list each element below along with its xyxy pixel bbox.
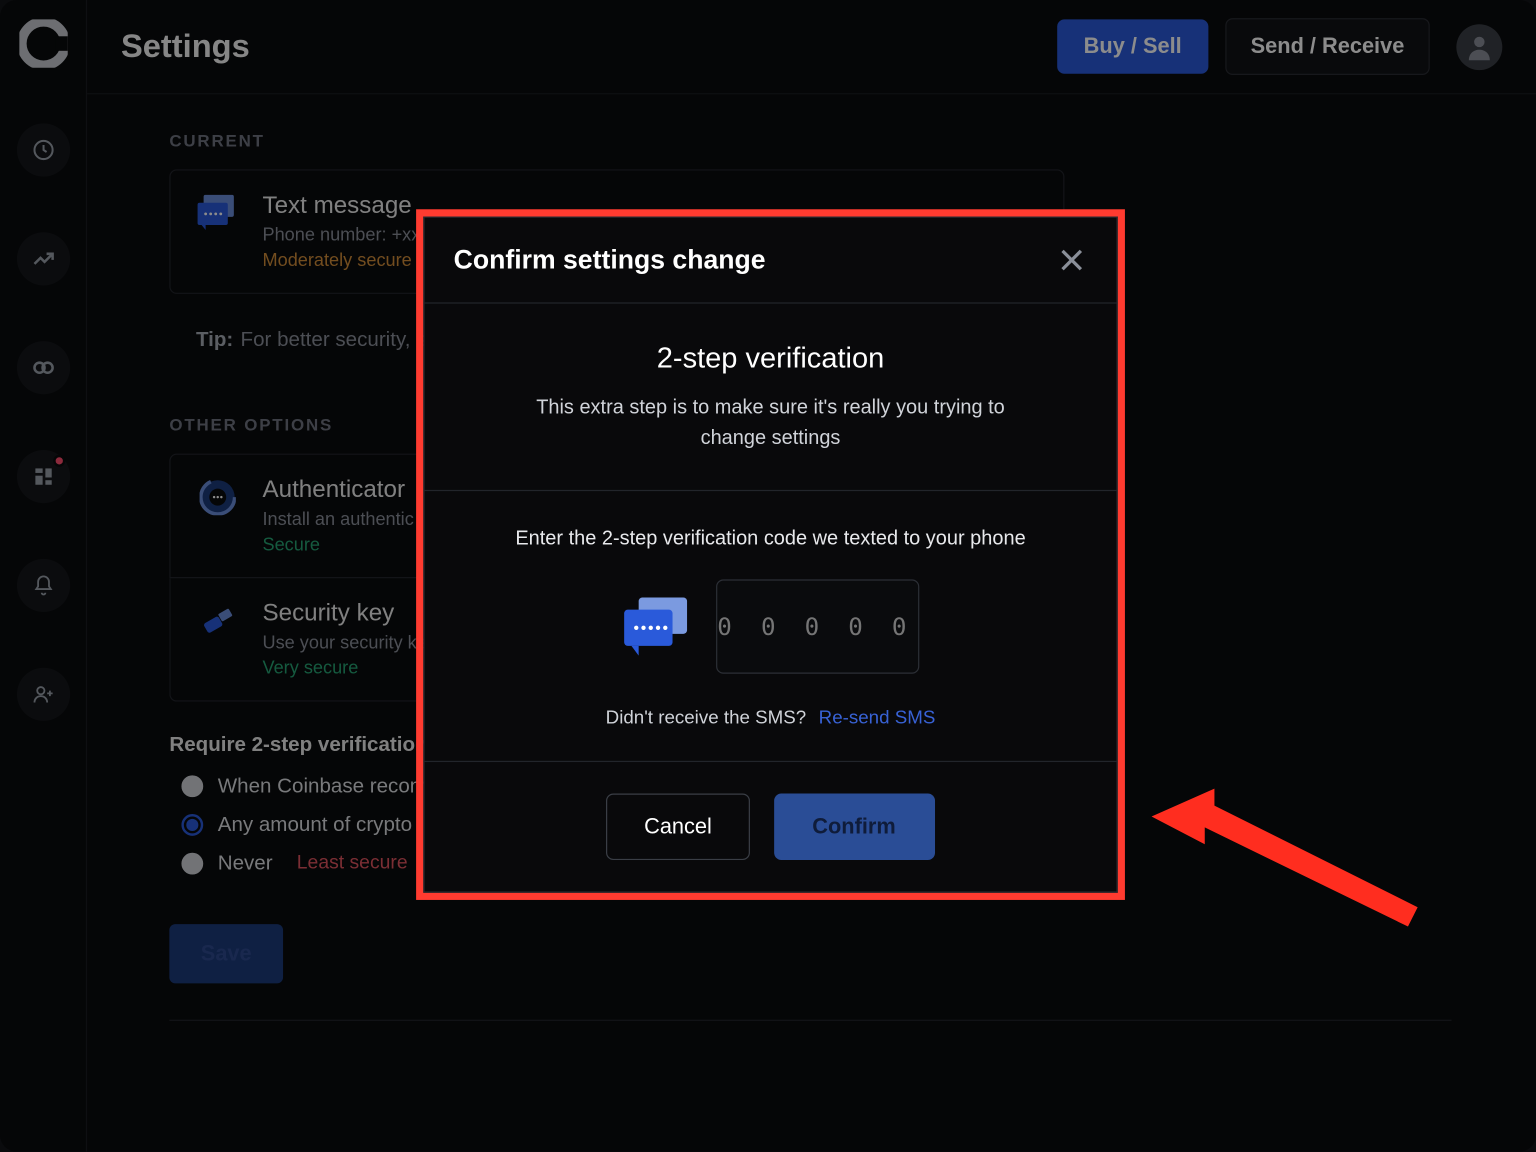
- authenticator-sub: Install an authentic: [262, 509, 413, 530]
- sms-icon: [197, 192, 238, 233]
- current-method-sub: Phone number: +xx: [262, 225, 420, 246]
- verification-code-input[interactable]: [716, 579, 919, 673]
- resend-sms-link[interactable]: Re-send SMS: [819, 707, 936, 728]
- modal-intro: 2-step verification This extra step is t…: [425, 304, 1117, 491]
- security-key-title: Security key: [262, 600, 426, 628]
- nav-chain-icon[interactable]: [16, 341, 69, 394]
- require-option-3-tag: Least secure: [297, 853, 408, 875]
- security-key-icon: [197, 600, 238, 641]
- current-method-tag: Moderately secure: [262, 250, 420, 271]
- modal-prompt: Enter the 2-step verification code we te…: [454, 527, 1088, 550]
- current-label: CURRENT: [169, 131, 1417, 150]
- nav-trending-icon[interactable]: [16, 232, 69, 285]
- app-window: Settings Buy / Sell Send / Receive CURRE…: [0, 0, 1536, 1152]
- side-rail: [0, 0, 87, 1152]
- current-method-title: Text message: [262, 192, 420, 220]
- authenticator-tag: Secure: [262, 535, 413, 556]
- security-key-sub: Use your security ke: [262, 633, 426, 654]
- modal-actions: Cancel Confirm: [425, 761, 1117, 890]
- modal-title: Confirm settings change: [454, 244, 766, 275]
- require-option-3-label: Never: [218, 852, 273, 876]
- security-key-tag: Very secure: [262, 658, 426, 679]
- resend-question: Didn't receive the SMS?: [606, 707, 807, 728]
- close-button[interactable]: [1056, 244, 1087, 275]
- authenticator-icon: [197, 477, 238, 518]
- nav-invite-icon[interactable]: [16, 668, 69, 721]
- modal-input-section: Enter the 2-step verification code we te…: [425, 490, 1117, 761]
- sms-icon: [622, 597, 687, 655]
- nav-grid-icon[interactable]: [16, 450, 69, 503]
- modal-subtitle: 2-step verification: [454, 342, 1088, 376]
- radio-icon: [181, 853, 203, 875]
- modal-header: Confirm settings change: [425, 218, 1117, 304]
- modal: Confirm settings change 2-step verificat…: [423, 217, 1117, 893]
- tip-text: For better security, s: [241, 328, 427, 351]
- logo-icon[interactable]: [19, 19, 67, 67]
- confirm-button[interactable]: Confirm: [774, 793, 935, 860]
- nav-clock-icon[interactable]: [16, 123, 69, 176]
- radio-icon: [181, 775, 203, 797]
- tip-label: Tip:: [196, 328, 233, 351]
- require-option-2-label: Any amount of crypto: [218, 813, 412, 837]
- resend-row: Didn't receive the SMS? Re-send SMS: [454, 707, 1088, 729]
- header: Settings Buy / Sell Send / Receive: [87, 0, 1536, 94]
- avatar[interactable]: [1456, 24, 1502, 70]
- radio-icon: [181, 814, 203, 836]
- modal-description: This extra step is to make sure it's rea…: [504, 393, 1036, 453]
- authenticator-title: Authenticator: [262, 477, 413, 505]
- save-button[interactable]: Save: [169, 924, 283, 983]
- cancel-button[interactable]: Cancel: [607, 793, 750, 860]
- page-title: Settings: [121, 28, 250, 65]
- nav-bell-icon[interactable]: [16, 559, 69, 612]
- require-option-1-label: When Coinbase recom: [218, 774, 427, 798]
- divider: [169, 1020, 1451, 1021]
- buy-sell-button[interactable]: Buy / Sell: [1057, 19, 1208, 73]
- notification-dot-icon: [53, 455, 65, 467]
- send-receive-button[interactable]: Send / Receive: [1225, 18, 1430, 75]
